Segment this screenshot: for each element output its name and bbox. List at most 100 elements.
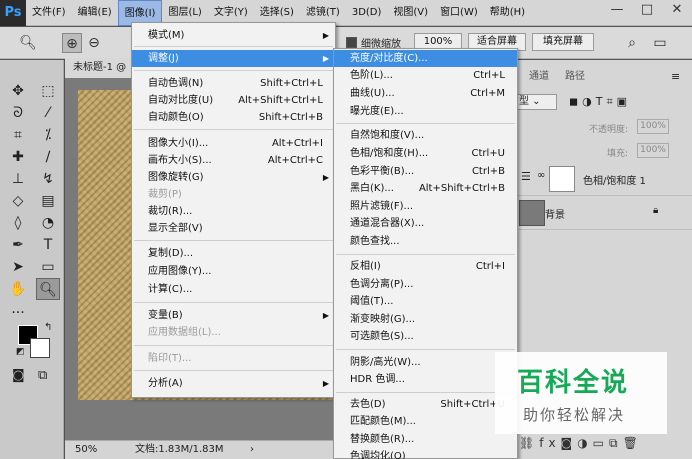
search-icon[interactable]: ⌕ [622, 33, 642, 53]
maximize-icon[interactable]: □ [632, 0, 662, 22]
menu-item-black-white[interactable]: 黑白(K)... Alt+Shift+Ctrl+B [334, 180, 517, 197]
menu-item-trim[interactable]: 裁切(R)... [132, 203, 335, 220]
menu-item-exposure[interactable]: 曝光度(E)... [334, 103, 517, 120]
menu-item-levels[interactable]: 色阶(L)... Ctrl+L [334, 67, 517, 84]
menu-item-auto-contrast[interactable]: 自动对比度(U) Alt+Shift+Ctrl+L [132, 92, 335, 109]
menu-item-vibrance[interactable]: 自然饱和度(V)... [334, 127, 517, 144]
menu-3d[interactable]: 3D(D) [346, 0, 388, 26]
menu-item-posterize[interactable]: 色调分离(P)... [334, 276, 517, 293]
hand-tool-icon[interactable]: ✋ [6, 278, 30, 300]
workspace-icon[interactable]: ▭ [650, 33, 670, 53]
move-tool-icon[interactable]: ✥ [6, 80, 30, 102]
zoom-level[interactable]: 50% [75, 441, 97, 459]
layer-row-background[interactable]: 背景 🔒︎ [509, 196, 692, 230]
menu-item-equalize[interactable]: 色调均化(Q) [334, 448, 517, 459]
zoom-in-icon[interactable]: ⊕ [62, 33, 82, 53]
zoom-out-icon[interactable]: ⊖ [84, 33, 104, 53]
blur-tool-icon[interactable]: ◊ [6, 212, 30, 234]
zoom-tool-icon[interactable]: 🔍︎ [18, 33, 38, 53]
menu-item-hdr-toning[interactable]: HDR 色调... [334, 371, 517, 388]
brush-tool-icon[interactable]: ∕ [36, 146, 60, 168]
tab-channels[interactable]: 通道 [523, 66, 555, 88]
menu-window[interactable]: 窗口(W) [434, 0, 484, 26]
menu-edit[interactable]: 编辑(E) [72, 0, 118, 26]
crop-tool-icon[interactable]: ⌗ [6, 124, 30, 146]
menu-item-image-size[interactable]: 图像大小(I)... Alt+Ctrl+I [132, 135, 335, 152]
menu-item-mode[interactable]: 模式(M) ▶ [132, 27, 335, 44]
menu-help[interactable]: 帮助(H) [484, 0, 531, 26]
background-color-swatch[interactable] [30, 338, 50, 358]
healing-brush-icon[interactable]: ✚ [6, 146, 30, 168]
menu-item-match-color[interactable]: 匹配颜色(M)... [334, 413, 517, 430]
menu-item-gradient-map[interactable]: 渐变映射(G)... [334, 311, 517, 328]
scrubby-zoom-checkbox[interactable] [346, 37, 357, 48]
status-arrow-icon[interactable]: › [250, 441, 254, 459]
path-select-icon[interactable]: ➤ [6, 256, 30, 278]
tab-paths[interactable]: 路径 [559, 66, 591, 88]
layer-mask-thumbnail [549, 166, 575, 192]
separator [134, 46, 333, 47]
marquee-tool-icon[interactable]: ⬚ [36, 80, 60, 102]
pen-tool-icon[interactable]: ✒ [6, 234, 30, 256]
menu-item-auto-tone[interactable]: 自动色调(N) Shift+Ctrl+L [132, 75, 335, 92]
menu-item-auto-color[interactable]: 自动颜色(O) Shift+Ctrl+B [132, 109, 335, 126]
quick-mask-icon[interactable]: ◙ [12, 368, 25, 383]
eyedropper-icon[interactable]: ⁒ [36, 124, 60, 146]
menu-item-threshold[interactable]: 阈值(T)... [334, 293, 517, 310]
layer-thumbnail [519, 200, 545, 226]
menu-item-channel-mixer[interactable]: 通道混合器(X)... [334, 215, 517, 232]
menu-item-analysis[interactable]: 分析(A) ▶ [132, 375, 335, 392]
menu-item-selective-color[interactable]: 可选颜色(S)... [334, 328, 517, 345]
menu-item-desaturate[interactable]: 去色(D) Shift+Ctrl+U [334, 396, 517, 413]
history-brush-icon[interactable]: ↯ [36, 168, 60, 190]
gradient-tool-icon[interactable]: ▤ [36, 190, 60, 212]
menu-view[interactable]: 视图(V) [387, 0, 434, 26]
menu-item-brightness-contrast[interactable]: 亮度/对比度(C)... [334, 50, 517, 67]
menu-item-image-rotation[interactable]: 图像旋转(G) ▶ [132, 169, 335, 186]
menu-item-canvas-size[interactable]: 画布大小(S)... Alt+Ctrl+C [132, 152, 335, 169]
menu-item-calculations[interactable]: 计算(C)... [132, 281, 335, 298]
screen-mode-icon[interactable]: ⧉ [38, 368, 47, 383]
minimize-icon[interactable]: — [602, 0, 632, 22]
eraser-tool-icon[interactable]: ◇ [6, 190, 30, 212]
swap-colors-icon[interactable]: ↰ [44, 322, 52, 333]
menu-item-hue-saturation[interactable]: 色相/饱和度(H)... Ctrl+U [334, 145, 517, 162]
dodge-tool-icon[interactable]: ◔ [36, 212, 60, 234]
menu-item-variables[interactable]: 变量(B) ▶ [132, 307, 335, 324]
menu-item-trap: 陷印(T)... [148, 353, 192, 364]
zoom-tool-selected-icon[interactable]: 🔍︎ [36, 278, 60, 300]
separator [134, 302, 333, 303]
menu-item-photo-filter[interactable]: 照片滤镜(F)... [334, 198, 517, 215]
opacity-field[interactable]: 100% [637, 119, 669, 134]
fill-screen-button[interactable]: 填充屏幕 [532, 33, 594, 51]
menu-item-color-lookup[interactable]: 颜色查找... [334, 233, 517, 250]
stamp-tool-icon[interactable]: ⊥ [6, 168, 30, 190]
lasso-tool-icon[interactable]: ᘐ [6, 102, 30, 124]
menu-item-apply-image[interactable]: 应用图像(Y)... [132, 263, 335, 280]
menu-item-curves[interactable]: 曲线(U)... Ctrl+M [334, 85, 517, 102]
type-tool-icon[interactable]: T [36, 234, 60, 256]
chain-icon: ∞ [537, 170, 546, 181]
menu-item-adjustments[interactable]: 调整(J) ▶ [132, 50, 335, 67]
separator [336, 349, 515, 350]
menu-item-color-balance[interactable]: 色彩平衡(B)... Ctrl+B [334, 163, 517, 180]
document-tab[interactable]: 未标题-1 @ [65, 58, 135, 78]
panel-menu-icon[interactable]: ≡ [671, 70, 680, 83]
layer-actions-bar[interactable]: ⛓fx◙◑▭⧉🗑︎ [519, 436, 643, 451]
menu-item-invert[interactable]: 反相(I) Ctrl+I [334, 258, 517, 275]
menu-item-shadows-highlights[interactable]: 阴影/高光(W)... [334, 354, 517, 371]
shape-tool-icon[interactable]: ▭ [36, 256, 60, 278]
layer-filter-select[interactable]: 型 ⌄ [515, 94, 557, 110]
menu-item-replace-color[interactable]: 替换颜色(R)... [334, 431, 517, 448]
menu-item-reveal-all[interactable]: 显示全部(V) [132, 220, 335, 237]
layer-name: 色相/饱和度 1 [583, 176, 646, 187]
more-tools-icon[interactable]: ··· [6, 302, 30, 324]
layer-row-hue-saturation[interactable]: ☰ ∞ 色相/饱和度 1 [509, 162, 692, 196]
layer-filter-icons[interactable]: ◼◑T⌗▣ [569, 95, 631, 109]
menu-item-duplicate[interactable]: 复制(D)... [132, 245, 335, 262]
fill-field[interactable]: 100% [637, 143, 669, 158]
menu-file[interactable]: 文件(F) [26, 0, 72, 26]
close-icon[interactable]: ✕ [662, 0, 692, 22]
default-colors-icon[interactable]: ◩ [16, 347, 25, 357]
magic-wand-icon[interactable]: ⁄ [36, 102, 60, 124]
